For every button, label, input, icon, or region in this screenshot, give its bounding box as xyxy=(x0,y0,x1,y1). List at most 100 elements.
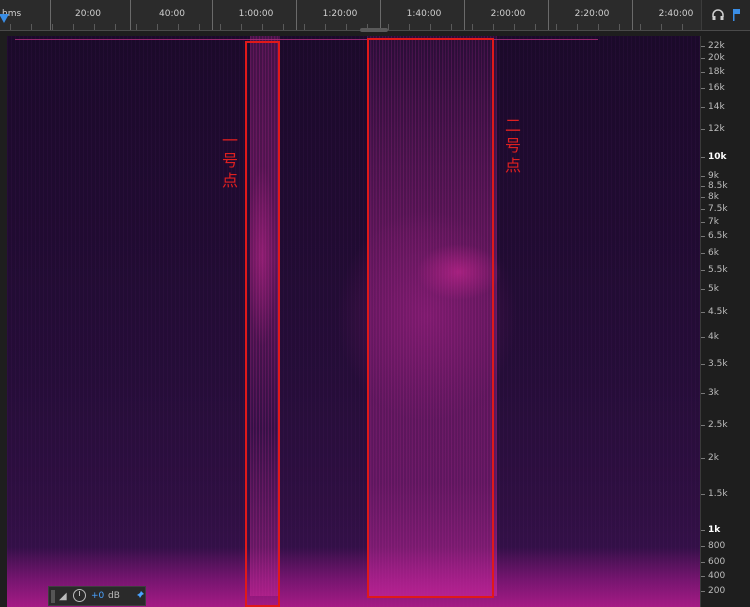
frequency-label: 6.5k xyxy=(708,231,728,241)
gain-knob[interactable] xyxy=(73,589,86,602)
frequency-label: 5.5k xyxy=(708,265,728,275)
timeline-major-tick xyxy=(212,0,213,30)
frequency-label: 400 xyxy=(708,571,726,581)
frequency-tick xyxy=(701,46,705,47)
timeline-minor-tick xyxy=(115,24,116,30)
hud-panel: ◢ +0 dB xyxy=(48,586,146,606)
timeline-minor-tick xyxy=(640,24,641,30)
frequency-label: 1k xyxy=(708,525,721,535)
frequency-label: 12k xyxy=(708,124,725,134)
timeline-minor-tick xyxy=(493,24,494,30)
annotation-label-two: 二 号 点 xyxy=(504,116,522,176)
frequency-label: 3k xyxy=(708,388,719,398)
timeline-label: 2:20:00 xyxy=(574,9,610,19)
timeline-ruler[interactable]: hms 20:00 40:00 1:00:00 1:20:00 1:40:00 2:00:… xyxy=(0,0,750,32)
frequency-label: 20k xyxy=(708,53,725,63)
annotation-label-two-char: 二 xyxy=(504,116,521,135)
timeline-minor-tick xyxy=(577,24,578,30)
frequency-label: 600 xyxy=(708,557,726,567)
frequency-label: 6k xyxy=(708,248,719,258)
timeline-major-tick xyxy=(632,0,633,30)
timeline-minor-tick xyxy=(682,24,683,30)
annotation-label-one-char: 号 xyxy=(221,151,238,170)
timeline-label: 2:00:00 xyxy=(490,9,526,19)
pin-icon[interactable] xyxy=(135,590,145,604)
frequency-label: 5k xyxy=(708,284,719,294)
frequency-label: 2.5k xyxy=(708,420,728,430)
timeline-major-tick xyxy=(380,0,381,30)
vertical-resize-handle[interactable] xyxy=(360,28,388,32)
timeline-minor-tick xyxy=(325,24,326,30)
frequency-tick xyxy=(701,576,705,577)
volume-bars-icon: ◢ xyxy=(59,591,67,602)
spectral-display[interactable]: 一 号 点 二 号 点 xyxy=(7,36,700,607)
timeline-minor-tick xyxy=(598,24,599,30)
timeline-minor-tick xyxy=(619,24,620,30)
frequency-tick xyxy=(701,546,705,547)
annotation-box-two xyxy=(367,38,494,598)
frequency-tick xyxy=(701,289,705,290)
timeline-minor-tick xyxy=(157,24,158,30)
frequency-tick xyxy=(701,186,705,187)
hud-grip-handle[interactable] xyxy=(51,590,55,603)
timeline-minor-tick xyxy=(52,24,53,30)
timeline-minor-tick xyxy=(661,24,662,30)
annotation-box-one xyxy=(245,41,280,607)
frequency-label: 7k xyxy=(708,217,719,227)
timeline-label: 20:00 xyxy=(75,9,101,19)
playhead-marker[interactable] xyxy=(0,14,9,23)
frequency-axis[interactable]: 22k 20k 18k 16k 14k 12k 10k 9k 8.5k 8k 7.5k 7k 6.5k 6… xyxy=(700,36,750,607)
timeline-minor-tick xyxy=(346,24,347,30)
frequency-tick xyxy=(701,337,705,338)
frequency-tick xyxy=(701,312,705,313)
frequency-tick xyxy=(701,494,705,495)
frequency-tick xyxy=(701,236,705,237)
frequency-tick xyxy=(701,157,705,158)
frequency-label: 200 xyxy=(708,586,726,596)
timeline-minor-tick xyxy=(409,24,410,30)
timeline-minor-tick xyxy=(241,24,242,30)
timeline-minor-tick xyxy=(220,24,221,30)
timeline-label: 1:00:00 xyxy=(238,9,274,19)
frequency-tick xyxy=(701,458,705,459)
timeline-major-tick xyxy=(464,0,465,30)
frequency-tick xyxy=(701,209,705,210)
gain-value[interactable]: +0 xyxy=(91,590,104,602)
timeline-minor-tick xyxy=(262,24,263,30)
frequency-tick xyxy=(701,58,705,59)
annotation-label-two-char: 点 xyxy=(504,156,521,175)
timeline-major-tick xyxy=(548,0,549,30)
timeline-minor-tick xyxy=(31,24,32,30)
timeline-minor-tick xyxy=(388,24,389,30)
timeline-minor-tick xyxy=(94,24,95,30)
timeline-track[interactable]: hms 20:00 40:00 1:00:00 1:20:00 1:40:00 2:00:… xyxy=(0,0,700,30)
timeline-minor-tick xyxy=(199,24,200,30)
frequency-label: 10k xyxy=(708,152,727,162)
frequency-label: 16k xyxy=(708,83,725,93)
timeline-minor-tick xyxy=(451,24,452,30)
frequency-label: 3.5k xyxy=(708,359,728,369)
timeline-minor-tick xyxy=(472,24,473,30)
frequency-label: 7.5k xyxy=(708,204,728,214)
marker-icon[interactable] xyxy=(729,8,743,22)
timeline-major-tick xyxy=(50,0,51,30)
frequency-label: 22k xyxy=(708,41,725,51)
frequency-tick xyxy=(701,562,705,563)
frequency-label: 8.5k xyxy=(708,181,728,191)
frequency-tick xyxy=(701,393,705,394)
timeline-label: 1:20:00 xyxy=(322,9,358,19)
top-frequency-line xyxy=(15,39,598,40)
frequency-tick xyxy=(701,591,705,592)
annotation-label-one-char: 点 xyxy=(221,171,238,190)
frequency-label: 4.5k xyxy=(708,307,728,317)
frequency-tick xyxy=(701,364,705,365)
headphones-icon[interactable] xyxy=(711,8,725,22)
timeline-minor-tick xyxy=(535,24,536,30)
frequency-label: 1.5k xyxy=(708,489,728,499)
frequency-tick xyxy=(701,253,705,254)
timeline-major-tick xyxy=(130,0,131,30)
ruler-tools xyxy=(701,0,750,30)
frequency-tick xyxy=(701,176,705,177)
timeline-minor-tick xyxy=(283,24,284,30)
frequency-label: 14k xyxy=(708,102,725,112)
